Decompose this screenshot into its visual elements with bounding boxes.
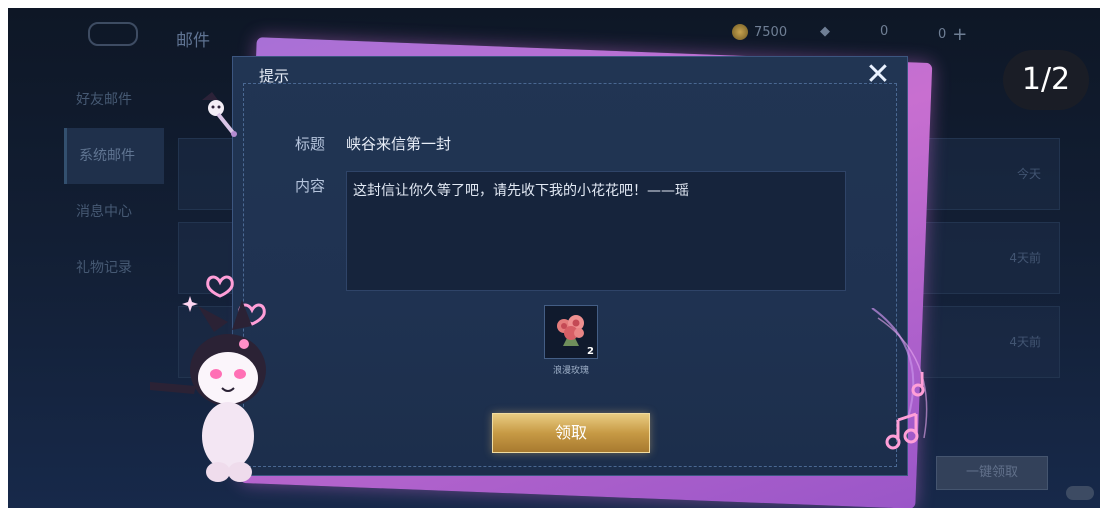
ticket-value: 0 xyxy=(938,27,947,42)
mail-row-time: 今天 xyxy=(1016,167,1041,181)
reward-count: 2 xyxy=(587,346,594,357)
mail-dialog: 提示 ✕ 标题 峡谷来信第一封 内容 这封信让你久等了吧，请先收下我的小花花吧！… xyxy=(208,37,933,508)
add-icon[interactable]: + xyxy=(952,24,967,45)
content-label: 内容 xyxy=(295,177,326,195)
coin-icon xyxy=(732,24,748,40)
subject-label: 标题 xyxy=(295,135,326,153)
page-indicator: 1/2 xyxy=(1003,50,1089,110)
diamond-resource: ◆ 0 xyxy=(820,24,888,39)
mail-left-menu: 好友邮件 系统邮件 消息中心 礼物记录 xyxy=(64,72,164,296)
kuromi-mascot-icon xyxy=(150,300,266,482)
mail-page-title: 邮件 xyxy=(176,31,210,51)
menu-item-system-mail[interactable]: 系统邮件 xyxy=(64,128,164,184)
content-text: 这封信让你久等了吧，请先收下我的小花花吧！——瑶 xyxy=(353,183,689,199)
toggle-switch[interactable] xyxy=(1066,486,1094,500)
menu-item-friend-mail[interactable]: 好友邮件 xyxy=(64,72,164,128)
reward-item[interactable]: 2 浪漫玫瑰 xyxy=(543,305,599,376)
game-screen: 邮件 7500 ◆ 0 0 + 好友邮件 系统邮件 消息中心 礼物记录 今天 4… xyxy=(8,8,1100,508)
coin-resource: 7500 xyxy=(732,24,787,40)
close-button[interactable]: ✕ xyxy=(863,60,893,91)
diamond-icon: ◆ xyxy=(820,24,830,39)
reward-name: 浪漫玫瑰 xyxy=(552,366,589,376)
dialog-panel: 提示 ✕ 标题 峡谷来信第一封 内容 这封信让你久等了吧，请先收下我的小花花吧！… xyxy=(232,56,908,476)
content-box: 这封信让你久等了吧，请先收下我的小花花吧！——瑶 xyxy=(346,171,846,291)
music-notes-decoration xyxy=(871,308,928,450)
mail-row-time: 4天前 xyxy=(1009,335,1041,349)
kuromi-pen-icon xyxy=(202,92,237,137)
subject-value: 峡谷来信第一封 xyxy=(346,135,452,153)
ticket-resource: 0 + xyxy=(938,24,967,45)
dialog-title: 提示 xyxy=(259,67,290,85)
mail-row-time: 4天前 xyxy=(1009,251,1041,265)
coin-value: 7500 xyxy=(754,24,788,40)
close-icon: ✕ xyxy=(865,57,891,92)
back-button[interactable] xyxy=(88,22,138,46)
rose-bouquet-icon: 2 xyxy=(544,305,598,359)
menu-item-message-center[interactable]: 消息中心 xyxy=(64,184,164,240)
claim-button[interactable]: 领取 xyxy=(492,413,650,453)
diamond-value: 0 xyxy=(880,24,889,39)
